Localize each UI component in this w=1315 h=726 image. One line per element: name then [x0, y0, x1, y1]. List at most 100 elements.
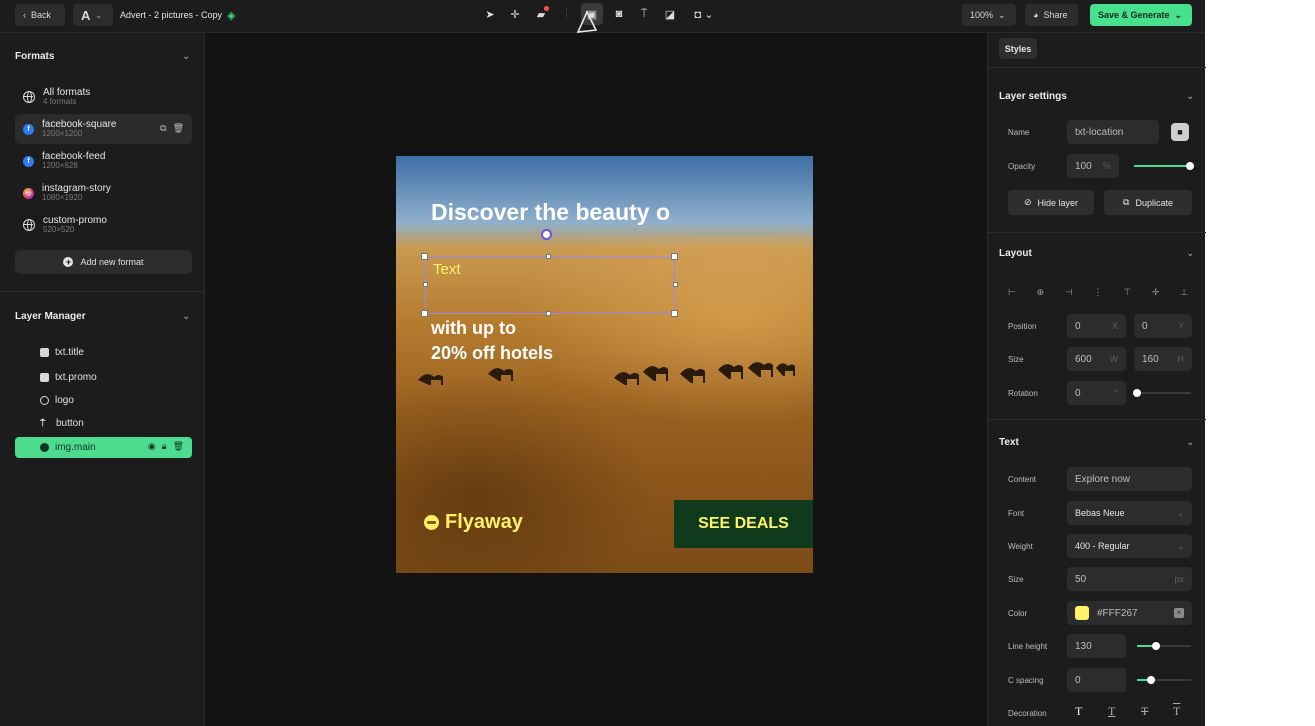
zoom-dropdown[interactable]: 100% ⌄: [962, 4, 1016, 26]
trash-icon[interactable]: 🗑: [173, 123, 184, 134]
brand-logo[interactable]: Flyaway: [424, 511, 523, 534]
color-input[interactable]: #FFF267 ×: [1067, 601, 1192, 625]
underline-icon[interactable]: T: [1108, 704, 1115, 719]
width-input[interactable]: 600 W: [1067, 347, 1126, 371]
ad-promo-text[interactable]: with up to 20% off hotels: [431, 316, 631, 366]
tab-styles[interactable]: Styles: [999, 38, 1037, 59]
format-item-facebook-feed[interactable]: f facebook-feed 1200×628: [15, 146, 192, 176]
layer-item-button[interactable]: ⍑ button: [40, 414, 84, 432]
left-panel: Formats ⌄ All formats 4 formats f facebo…: [0, 33, 205, 726]
duplicate-button[interactable]: ⧉ Duplicate: [1104, 190, 1192, 215]
image-tool-icon[interactable]: ◙: [608, 3, 630, 25]
selected-text-layer[interactable]: Text: [433, 261, 461, 278]
move-tool-icon[interactable]: ✛: [504, 3, 526, 25]
align-middle-icon[interactable]: ✛: [1152, 287, 1160, 298]
resize-handle-r[interactable]: [673, 282, 678, 287]
slider-knob[interactable]: [1146, 676, 1155, 684]
opacity-input[interactable]: 100 %: [1067, 154, 1119, 178]
align-right-icon[interactable]: ⊣: [1065, 287, 1073, 298]
font-size-input[interactable]: 50 px: [1067, 567, 1192, 591]
weight-select[interactable]: 400 - Regular ⌄: [1067, 534, 1192, 558]
format-item-facebook-square[interactable]: f facebook-square 1200×1200 ⧉ 🗑: [15, 114, 192, 144]
align-left-icon[interactable]: ⊢: [1008, 287, 1016, 298]
button-tool-icon[interactable]: ⍑: [633, 3, 655, 25]
resize-handle-b[interactable]: [546, 311, 551, 316]
share-button[interactable]: ◕ Share: [1025, 4, 1078, 26]
rotate-handle[interactable]: [541, 229, 552, 240]
selection-box[interactable]: Text: [425, 257, 675, 314]
resize-handle-bl[interactable]: [421, 310, 428, 317]
resize-handle-br[interactable]: [671, 310, 678, 317]
layer-item-img-main[interactable]: img.main ◉ 🔒︎ 🗑: [15, 437, 192, 458]
canvas-area: Discover the beauty o with up to 20% off…: [205, 33, 987, 726]
position-x-input[interactable]: 0 X: [1067, 314, 1126, 338]
line-height-input[interactable]: 130: [1067, 634, 1126, 658]
strikethrough-icon[interactable]: T: [1141, 704, 1148, 719]
duplicate-label: Duplicate: [1135, 197, 1173, 208]
overline-icon[interactable]: T: [1173, 704, 1180, 719]
format-item-all[interactable]: All formats 4 formats: [15, 82, 192, 112]
height-input[interactable]: 160 H: [1134, 347, 1192, 371]
align-top-icon[interactable]: ⊤: [1123, 287, 1131, 298]
slider-knob[interactable]: [1133, 389, 1141, 397]
promo-line-1: with up to: [431, 318, 516, 338]
line-height-slider[interactable]: [1137, 642, 1191, 650]
layer-item-txt-promo[interactable]: txt.promo: [40, 368, 97, 386]
format-item-instagram-story[interactable]: ◎ instagram-story 1080×1920: [15, 178, 192, 208]
cta-button[interactable]: SEE DEALS: [674, 500, 813, 548]
clear-icon[interactable]: ×: [1174, 608, 1184, 618]
trash-icon[interactable]: 🗑: [173, 441, 184, 452]
hide-layer-button[interactable]: ⊘ Hide layer: [1008, 190, 1094, 215]
back-button[interactable]: ‹ Back: [15, 4, 65, 26]
font-menu-button[interactable]: A ⌄: [73, 4, 113, 26]
resize-handle-tl[interactable]: [421, 253, 428, 260]
spacing-label: C spacing: [1008, 676, 1044, 685]
layer-item-txt-title[interactable]: txt.title: [40, 343, 84, 361]
save-generate-button[interactable]: Save & Generate ⌄: [1090, 4, 1192, 26]
layer-settings-header[interactable]: Layer settings ⌄: [999, 87, 1194, 105]
position-y-input[interactable]: 0 Y: [1134, 314, 1192, 338]
shape-tool-icon[interactable]: ◪: [659, 3, 681, 25]
comment-tool-icon[interactable]: ▰: [530, 3, 552, 25]
color-label: Color: [1008, 609, 1028, 618]
lock-icon[interactable]: 🔒︎: [162, 441, 167, 452]
decoration-none-icon[interactable]: T: [1075, 704, 1082, 719]
spacing-input[interactable]: 0: [1067, 668, 1126, 692]
resize-handle-l[interactable]: [423, 282, 428, 287]
font-select[interactable]: Bebas Neue ⌄: [1067, 501, 1192, 525]
rotation-slider[interactable]: [1133, 389, 1191, 397]
globe-icon: [23, 219, 35, 231]
pointer-tool-icon[interactable]: ➤: [479, 3, 501, 25]
align-bottom-icon[interactable]: ⊥: [1180, 287, 1188, 298]
color-swatch[interactable]: [1075, 606, 1089, 620]
more-tools-icon[interactable]: ◘ ⌄: [688, 3, 720, 25]
add-format-button[interactable]: + Add new format: [15, 250, 192, 274]
layer-manager-header[interactable]: Layer Manager ⌄: [15, 307, 190, 325]
lock-ratio-icon[interactable]: ■: [1171, 123, 1189, 141]
layout-section-header[interactable]: Layout ⌄: [999, 244, 1194, 262]
layer-item-logo[interactable]: logo: [40, 391, 74, 409]
opacity-value: 100: [1075, 160, 1092, 172]
document-title[interactable]: Advert - 2 pictures - Copy ◈: [112, 4, 244, 26]
font-value: Bebas Neue: [1075, 508, 1125, 518]
opacity-slider[interactable]: [1134, 162, 1194, 170]
chevron-left-icon: ‹: [23, 10, 26, 20]
layer-name-input[interactable]: txt-location: [1067, 120, 1159, 144]
h-unit: H: [1177, 354, 1185, 364]
globe-icon: [23, 91, 35, 103]
content-input[interactable]: Explore now: [1067, 467, 1192, 491]
formats-section-header[interactable]: Formats ⌄: [15, 47, 190, 65]
spacing-slider[interactable]: [1137, 676, 1191, 684]
eye-icon[interactable]: ◉: [148, 441, 156, 452]
duplicate-icon[interactable]: ⧉: [160, 123, 166, 134]
resize-handle-t[interactable]: [546, 254, 551, 259]
text-section-header[interactable]: Text ⌄: [999, 433, 1194, 451]
artboard-facebook-square[interactable]: Discover the beauty o with up to 20% off…: [396, 156, 813, 573]
ad-title[interactable]: Discover the beauty o: [431, 199, 671, 226]
slider-knob[interactable]: [1151, 642, 1160, 650]
rotation-input[interactable]: 0 °: [1067, 381, 1126, 405]
slider-knob[interactable]: [1186, 162, 1194, 170]
resize-handle-tr[interactable]: [671, 253, 678, 260]
align-center-h-icon[interactable]: ⊕: [1037, 287, 1045, 298]
format-item-custom-promo[interactable]: custom-promo 520×520: [15, 210, 192, 240]
